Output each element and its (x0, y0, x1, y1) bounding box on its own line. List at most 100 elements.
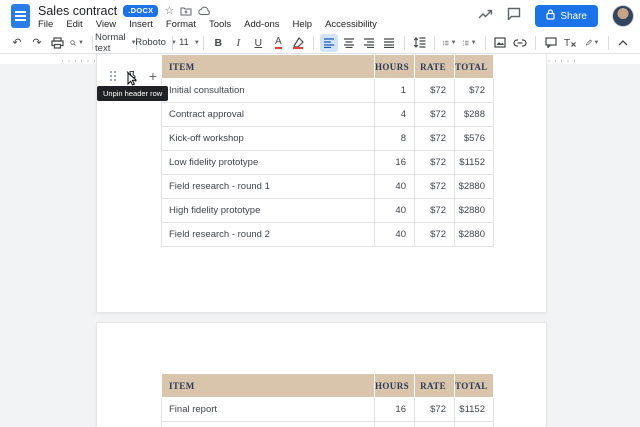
menu-edit[interactable]: Edit (66, 19, 82, 30)
total-cell[interactable]: $288 (455, 103, 494, 127)
total-cell[interactable]: $1152 (455, 151, 494, 175)
total-cell[interactable]: $1152 (455, 398, 494, 422)
table-header-row: ITEMHOURSRATETOTAL (162, 374, 494, 398)
rate-cell[interactable]: $72 (415, 127, 455, 151)
align-right-button[interactable] (360, 34, 378, 52)
doc-table: ITEMHOURSRATETOTALFinal report16$72$1152 (161, 373, 494, 427)
column-header[interactable]: ITEM (162, 55, 375, 79)
table-row: Kick-off workshop8$72$576 (162, 127, 494, 151)
total-cell[interactable]: $2880 (455, 223, 494, 247)
justify-button[interactable] (380, 34, 398, 52)
docx-format-badge: .DOCX (123, 5, 158, 17)
hours-cell[interactable]: 40 (375, 175, 415, 199)
cloud-status-icon[interactable] (198, 6, 211, 16)
hours-cell[interactable]: 8 (375, 127, 415, 151)
collapse-menus-button[interactable] (614, 34, 632, 52)
add-row-button[interactable]: + (145, 68, 161, 84)
item-cell[interactable]: Contract approval (162, 103, 375, 127)
numbered-list-button[interactable]: 12 ▼ (461, 34, 479, 52)
column-header[interactable]: TOTAL (455, 55, 494, 79)
paragraph-style-selector[interactable]: Normal text▼ (98, 34, 130, 52)
rate-cell[interactable]: $72 (415, 398, 455, 422)
zoom-control[interactable]: ▼ (68, 34, 86, 52)
highlight-color-button[interactable] (289, 34, 307, 52)
column-header[interactable]: ITEM (162, 374, 375, 398)
move-folder-icon[interactable] (180, 6, 192, 16)
drag-handle-icon[interactable] (109, 70, 117, 82)
bold-button[interactable]: B (209, 34, 227, 52)
insert-link-button[interactable] (511, 34, 529, 52)
column-header[interactable]: HOURS (375, 55, 415, 79)
rate-cell[interactable]: $72 (415, 223, 455, 247)
google-docs-logo-icon[interactable] (11, 4, 30, 28)
hours-cell[interactable]: 40 (375, 223, 415, 247)
account-avatar[interactable] (612, 5, 634, 27)
column-header[interactable]: HOURS (375, 374, 415, 398)
rate-cell[interactable]: $72 (415, 79, 455, 103)
mouse-cursor (127, 72, 138, 91)
underline-button[interactable]: U (249, 34, 267, 52)
font-size-selector[interactable]: 11▼ (179, 34, 197, 52)
print-button[interactable] (48, 34, 66, 52)
total-cell[interactable]: $72 (455, 79, 494, 103)
column-header[interactable]: RATE (415, 55, 455, 79)
item-cell[interactable]: Initial consultation (162, 79, 375, 103)
item-cell[interactable]: High fidelity prototype (162, 199, 375, 223)
menu-accessibility[interactable]: Accessibility (325, 19, 377, 30)
item-cell[interactable]: Final report (162, 398, 375, 422)
hours-cell[interactable]: 16 (375, 398, 415, 422)
rate-cell[interactable]: $72 (415, 151, 455, 175)
rate-cell[interactable]: $72 (415, 103, 455, 127)
hours-cell[interactable]: 4 (375, 103, 415, 127)
menu-file[interactable]: File (38, 19, 53, 30)
undo-button[interactable]: ↶ (8, 34, 26, 52)
item-cell[interactable]: Field research - round 2 (162, 223, 375, 247)
table-row-partial (162, 422, 494, 427)
rate-cell[interactable]: $72 (415, 199, 455, 223)
text-color-button[interactable]: A (269, 34, 287, 52)
insert-comment-button[interactable] (542, 34, 560, 52)
table-row: Final report16$72$1152 (162, 398, 494, 422)
table-header-row: ITEMHOURSRATETOTAL (162, 55, 494, 79)
bulleted-list-button[interactable]: ▼ (441, 34, 459, 52)
hours-cell[interactable]: 40 (375, 199, 415, 223)
item-cell[interactable]: Low fidelity prototype (162, 151, 375, 175)
rate-cell[interactable]: $72 (415, 175, 455, 199)
align-center-button[interactable] (340, 34, 358, 52)
editing-mode-selector[interactable]: ▼ (584, 34, 602, 52)
star-icon[interactable]: ☆ (164, 6, 174, 17)
insert-image-button[interactable] (491, 34, 509, 52)
line-spacing-button[interactable] (410, 34, 428, 52)
align-left-button[interactable] (320, 34, 338, 52)
column-header[interactable]: TOTAL (455, 374, 494, 398)
document-page-2[interactable]: ITEMHOURSRATETOTALFinal report16$72$1152 (96, 322, 547, 427)
svg-text:2: 2 (463, 44, 465, 46)
total-cell[interactable]: $2880 (455, 199, 494, 223)
menu-addons[interactable]: Add-ons (244, 19, 279, 30)
clear-formatting-button[interactable]: T (562, 34, 580, 52)
menu-view[interactable]: View (96, 19, 116, 30)
document-page-1[interactable]: + Unpin header row ITEMHOURSRATETOTALIni… (96, 54, 547, 313)
italic-button[interactable]: I (229, 34, 247, 52)
hours-cell[interactable]: 1 (375, 79, 415, 103)
svg-text:T: T (564, 38, 570, 48)
total-cell[interactable]: $576 (455, 127, 494, 151)
total-cell[interactable]: $2880 (455, 175, 494, 199)
menu-help[interactable]: Help (293, 19, 313, 30)
share-button[interactable]: Share (535, 5, 598, 27)
document-title[interactable]: Sales contract (38, 4, 117, 18)
doc-table: ITEMHOURSRATETOTALInitial consultation1$… (161, 54, 494, 247)
font-family-selector[interactable]: Roboto▼ (143, 34, 167, 52)
document-stats-icon[interactable] (478, 7, 493, 25)
menu-insert[interactable]: Insert (129, 19, 153, 30)
comment-history-icon[interactable] (507, 7, 521, 25)
table-row: Low fidelity prototype16$72$1152 (162, 151, 494, 175)
menu-format[interactable]: Format (166, 19, 196, 30)
svg-text:1: 1 (463, 41, 465, 43)
item-cell[interactable]: Kick-off workshop (162, 127, 375, 151)
menu-tools[interactable]: Tools (209, 19, 231, 30)
redo-button[interactable]: ↷ (28, 34, 46, 52)
hours-cell[interactable]: 16 (375, 151, 415, 175)
item-cell[interactable]: Field research - round 1 (162, 175, 375, 199)
column-header[interactable]: RATE (415, 374, 455, 398)
